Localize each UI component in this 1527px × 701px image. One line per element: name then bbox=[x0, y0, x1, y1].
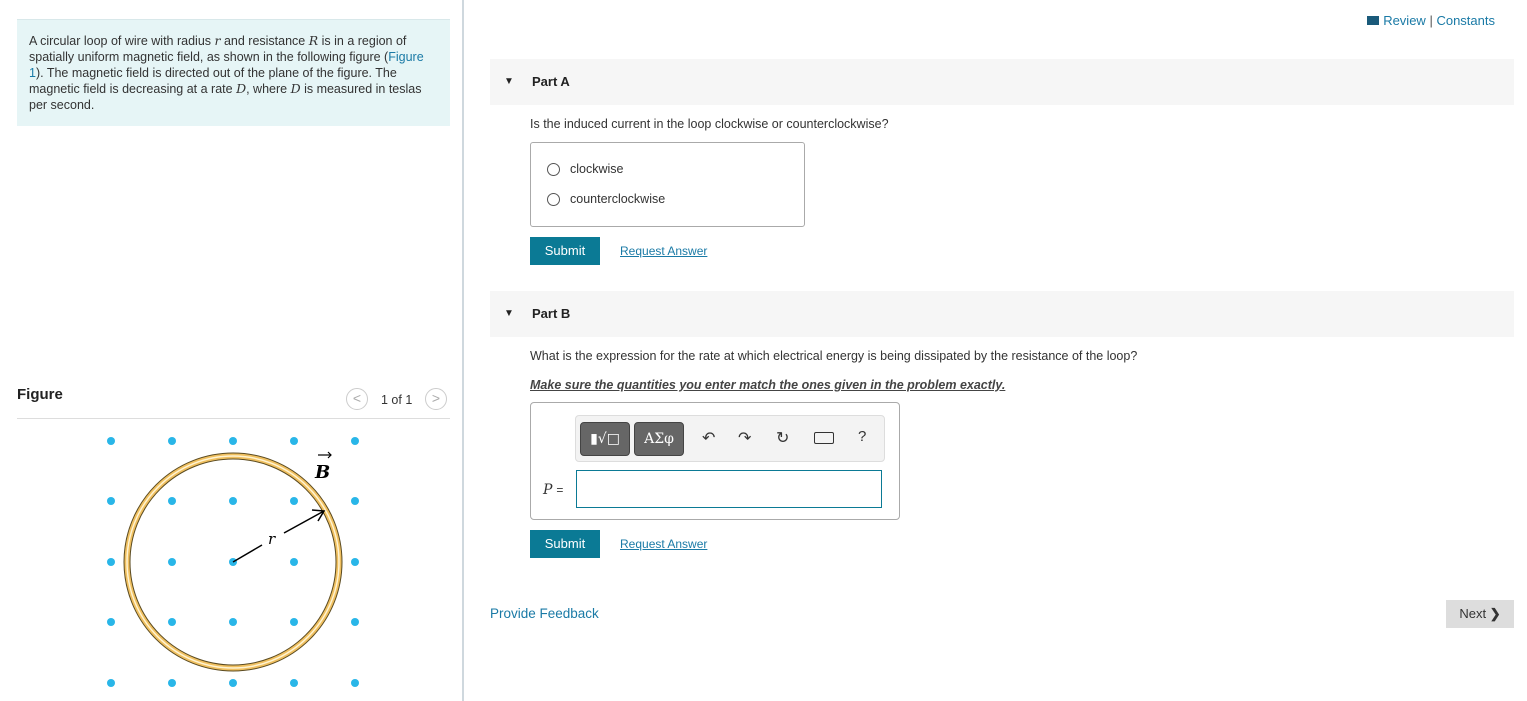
figure-title: Figure bbox=[17, 386, 63, 403]
figure-pager: 1 of 1 bbox=[381, 393, 413, 407]
collapse-triangle-icon: ▼ bbox=[504, 76, 514, 87]
undo-icon[interactable]: ↶ bbox=[702, 428, 715, 448]
field-dot bbox=[351, 437, 359, 445]
equals-sign: = bbox=[556, 483, 564, 497]
next-figure-button[interactable]: > bbox=[425, 388, 447, 410]
part-b-question: What is the expression for the rate at w… bbox=[530, 349, 1138, 363]
templates-button[interactable]: ▮√□ bbox=[580, 422, 630, 456]
field-dot bbox=[168, 437, 176, 445]
part-b-title: Part B bbox=[532, 306, 571, 321]
field-dot bbox=[168, 618, 176, 626]
math-toolbar: ▮√□ ΑΣφ ↶ ↷ ↻ ? bbox=[575, 415, 885, 462]
part-a-header[interactable]: ▼ Part A bbox=[490, 59, 1514, 105]
separator: | bbox=[1429, 13, 1433, 28]
collapse-triangle-icon: ▼ bbox=[504, 308, 514, 319]
intro-text: , where bbox=[246, 82, 291, 96]
field-dot bbox=[229, 618, 237, 626]
figure-image: r B bbox=[107, 437, 359, 687]
field-dot bbox=[107, 679, 115, 687]
answer-label: P = bbox=[543, 481, 563, 498]
field-dot bbox=[290, 437, 298, 445]
field-dot bbox=[168, 558, 176, 566]
field-dot bbox=[351, 679, 359, 687]
field-dot bbox=[290, 679, 298, 687]
review-link[interactable]: Review bbox=[1383, 13, 1426, 28]
answer-input[interactable] bbox=[576, 470, 882, 508]
book-icon bbox=[1367, 16, 1380, 25]
var-P: P bbox=[543, 482, 553, 498]
field-dot bbox=[229, 437, 237, 445]
prev-figure-button[interactable]: < bbox=[346, 388, 368, 410]
radius-arrow bbox=[283, 510, 325, 534]
var-D: D bbox=[236, 81, 247, 96]
keyboard-icon[interactable] bbox=[814, 432, 834, 444]
option-label: counterclockwise bbox=[570, 192, 666, 206]
part-b-submit-button[interactable]: Submit bbox=[530, 530, 600, 558]
part-a-request-answer-link[interactable]: Request Answer bbox=[620, 244, 707, 258]
option-label: clockwise bbox=[570, 162, 624, 176]
part-b-header[interactable]: ▼ Part B bbox=[490, 291, 1514, 337]
var-D: D bbox=[290, 81, 301, 96]
part-b-request-answer-link[interactable]: Request Answer bbox=[620, 537, 707, 551]
radius-arrow bbox=[232, 544, 263, 563]
constants-link[interactable]: Constants bbox=[1436, 13, 1495, 28]
field-dot bbox=[107, 497, 115, 505]
field-dot bbox=[229, 679, 237, 687]
choice-group: clockwise counterclockwise bbox=[530, 142, 805, 227]
radio-button[interactable] bbox=[547, 192, 560, 206]
field-dot bbox=[107, 437, 115, 445]
label-r: r bbox=[268, 530, 276, 548]
field-dot bbox=[290, 618, 298, 626]
intro-text: A circular loop of wire with radius bbox=[29, 34, 215, 48]
figure-divider bbox=[17, 418, 450, 419]
field-dot bbox=[229, 497, 237, 505]
field-dot bbox=[351, 558, 359, 566]
field-dot bbox=[168, 679, 176, 687]
problem-intro: A circular loop of wire with radius r an… bbox=[17, 19, 450, 126]
provide-feedback-link[interactable]: Provide Feedback bbox=[490, 606, 599, 621]
redo-icon[interactable]: ↷ bbox=[738, 428, 751, 448]
field-dot bbox=[168, 497, 176, 505]
field-dot bbox=[351, 618, 359, 626]
option-counterclockwise[interactable]: counterclockwise bbox=[547, 192, 665, 206]
field-dot bbox=[351, 497, 359, 505]
part-b-note: Make sure the quantities you enter match… bbox=[530, 378, 1006, 392]
field-dot bbox=[107, 618, 115, 626]
label-B: B bbox=[314, 462, 330, 483]
field-dot bbox=[290, 497, 298, 505]
var-R: R bbox=[308, 33, 319, 48]
radio-button[interactable] bbox=[547, 162, 560, 176]
field-dot bbox=[290, 558, 298, 566]
option-clockwise[interactable]: clockwise bbox=[547, 162, 624, 176]
intro-text: and resistance bbox=[220, 34, 309, 48]
reset-icon[interactable]: ↻ bbox=[776, 428, 789, 448]
fraction-root-icon: ▮√□ bbox=[590, 431, 620, 447]
chevron-right-icon: ❯ bbox=[1489, 606, 1501, 621]
part-a-submit-button[interactable]: Submit bbox=[530, 237, 600, 265]
answer-box: ▮√□ ΑΣφ ↶ ↷ ↻ ? P = bbox=[530, 402, 900, 520]
part-a-title: Part A bbox=[532, 74, 570, 89]
next-label: Next bbox=[1459, 606, 1487, 621]
panel-divider bbox=[462, 0, 464, 701]
field-dot bbox=[107, 558, 115, 566]
greek-symbols-button[interactable]: ΑΣφ bbox=[634, 422, 684, 456]
help-icon[interactable]: ? bbox=[858, 428, 866, 445]
next-button[interactable]: Next ❯ bbox=[1446, 600, 1514, 628]
part-a-question: Is the induced current in the loop clock… bbox=[530, 117, 889, 131]
review-constants: Review | Constants bbox=[1367, 13, 1495, 28]
